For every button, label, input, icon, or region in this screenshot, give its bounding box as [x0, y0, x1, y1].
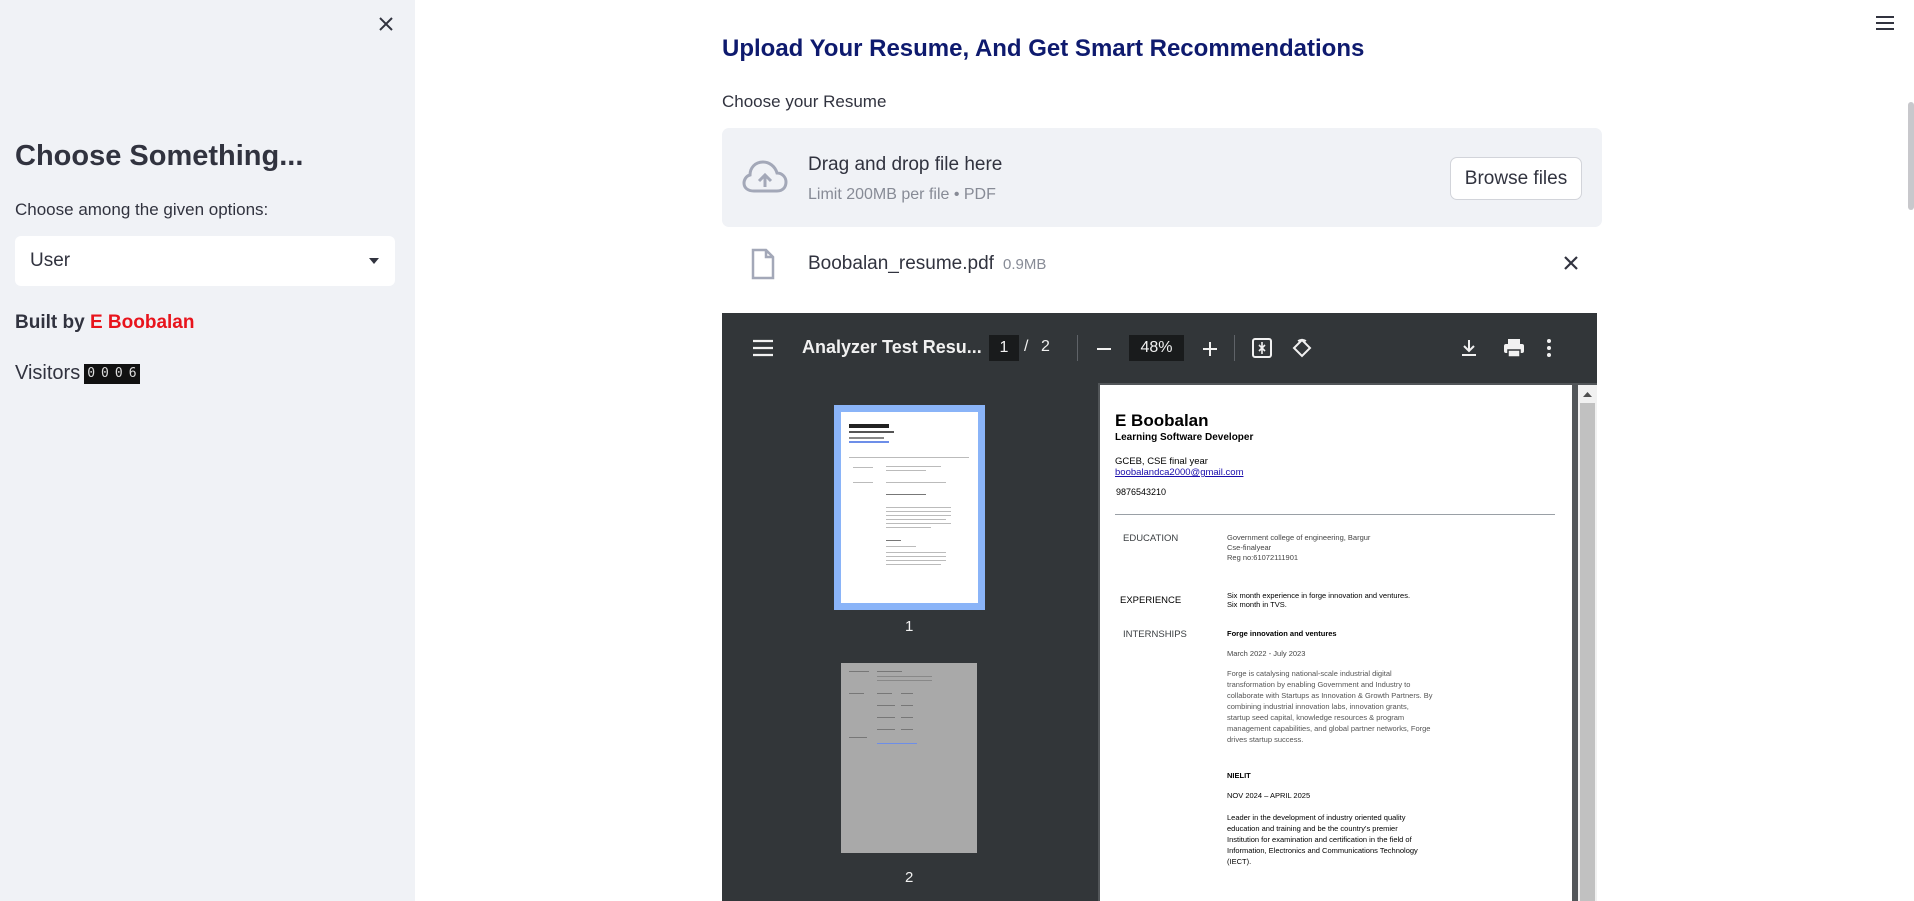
experience-line: Six month in TVS. — [1227, 600, 1287, 609]
print-icon[interactable] — [1502, 337, 1526, 364]
page-total: 2 — [1041, 338, 1050, 355]
visitors-label: Visitors — [15, 362, 81, 384]
thumbnail-number: 1 — [905, 618, 914, 635]
resume-role: Learning Software Developer — [1115, 432, 1254, 443]
thumbnail-page-2[interactable] — [841, 663, 977, 853]
education-line: Cse-finalyear — [1227, 543, 1272, 552]
browse-files-button[interactable]: Browse files — [1450, 157, 1582, 200]
pdf-title: Analyzer Test Resu... — [802, 337, 982, 357]
pdf-scroll-thumb[interactable] — [1580, 403, 1595, 901]
divider — [1115, 514, 1555, 515]
visitor-digit: 6 — [128, 366, 137, 381]
options-select[interactable]: User — [15, 236, 395, 286]
pdf-toolbar: Analyzer Test Resu... 1 / 2 48% — [722, 313, 1597, 383]
zoom-level[interactable]: 48% — [1129, 335, 1184, 361]
options-label: Choose among the given options: — [15, 200, 269, 219]
intern-title: NIELIT — [1227, 771, 1251, 780]
thumbnail-page-1[interactable] — [834, 405, 985, 610]
file-size: 0.9MB — [1003, 256, 1047, 273]
education-heading: EDUCATION — [1123, 533, 1179, 544]
visitors: Visitors 0 0 0 6 — [15, 362, 140, 385]
visitor-digit: 0 — [101, 366, 109, 381]
page-title: Upload Your Resume, And Get Smart Recomm… — [722, 36, 1365, 62]
pdf-viewer: Analyzer Test Resu... 1 / 2 48% 1 2 E Bo… — [722, 313, 1597, 901]
dropzone-limit: Limit 200MB per file • PDF — [808, 186, 996, 203]
chevron-down-icon — [369, 258, 379, 264]
page-scrollbar[interactable] — [1908, 102, 1914, 210]
sidebar: Choose Something... Choose among the giv… — [0, 0, 415, 901]
visitor-digit: 0 — [87, 366, 96, 381]
resume-email[interactable]: boobalandca2000@gmail.com — [1115, 467, 1243, 478]
download-icon[interactable] — [1458, 337, 1480, 364]
toolbar-divider — [1234, 335, 1235, 361]
thumbnail-number: 2 — [905, 869, 914, 886]
pdf-page: E Boobalan Learning Software Developer G… — [1100, 385, 1572, 901]
intern-title: Forge innovation and ventures — [1227, 629, 1337, 638]
scroll-up-icon[interactable] — [1578, 387, 1597, 401]
file-name: Boobalan_resume.pdf — [808, 253, 994, 274]
more-vert-icon[interactable] — [1546, 337, 1552, 364]
visitor-counter: 0 0 0 6 — [84, 363, 140, 384]
uploaded-file: Boobalan_resume.pdf 0.9MB — [722, 240, 1602, 286]
plus-icon[interactable] — [1201, 340, 1219, 363]
intern-description: Forge is catalysing national-scale indus… — [1227, 669, 1433, 744]
education-line: Government college of engineering, Bargu… — [1227, 533, 1371, 542]
internships-heading: INTERNSHIPS — [1123, 629, 1187, 640]
intern-dates: March 2022 - July 2023 — [1227, 649, 1306, 658]
built-by: Built by E Boobalan — [15, 312, 194, 334]
experience-heading: EXPERIENCE — [1120, 595, 1182, 606]
file-icon — [750, 248, 776, 280]
visitor-digit: 0 — [114, 366, 123, 381]
education-line: Reg no:61072111901 — [1227, 553, 1299, 562]
fit-to-page-icon[interactable] — [1251, 337, 1273, 364]
resume-name: E Boobalan — [1115, 411, 1209, 430]
minus-icon[interactable] — [1095, 340, 1113, 363]
resume-college: GCEB, CSE final year — [1115, 456, 1208, 467]
close-sidebar-icon[interactable] — [374, 12, 398, 36]
toolbar-divider — [1077, 335, 1078, 361]
menu-icon[interactable] — [752, 337, 774, 364]
thumbnail-pane: 1 2 — [722, 383, 1098, 901]
thumbnail-preview — [841, 412, 978, 603]
rotate-icon[interactable] — [1291, 337, 1313, 364]
author-name: E Boobalan — [89, 312, 195, 333]
built-by-prefix: Built by — [15, 312, 90, 333]
selected-option: User — [30, 250, 71, 271]
hamburger-menu-icon[interactable] — [1874, 12, 1896, 34]
remove-file-icon[interactable] — [1560, 252, 1582, 274]
cloud-upload-icon — [741, 158, 789, 198]
pdf-scrollbar[interactable] — [1578, 385, 1597, 901]
file-dropzone[interactable]: Drag and drop file here Limit 200MB per … — [722, 128, 1602, 227]
sidebar-title: Choose Something... — [15, 140, 304, 172]
page-number-input[interactable]: 1 — [989, 335, 1019, 361]
dropzone-text: Drag and drop file here — [808, 154, 1003, 175]
intern-description: Leader in the development of industry or… — [1227, 813, 1418, 866]
page-separator: / — [1024, 338, 1029, 355]
resume-phone: 9876543210 — [1116, 487, 1167, 497]
uploader-label: Choose your Resume — [722, 92, 887, 111]
intern-dates: NOV 2024 – APRIL 2025 — [1227, 791, 1311, 800]
